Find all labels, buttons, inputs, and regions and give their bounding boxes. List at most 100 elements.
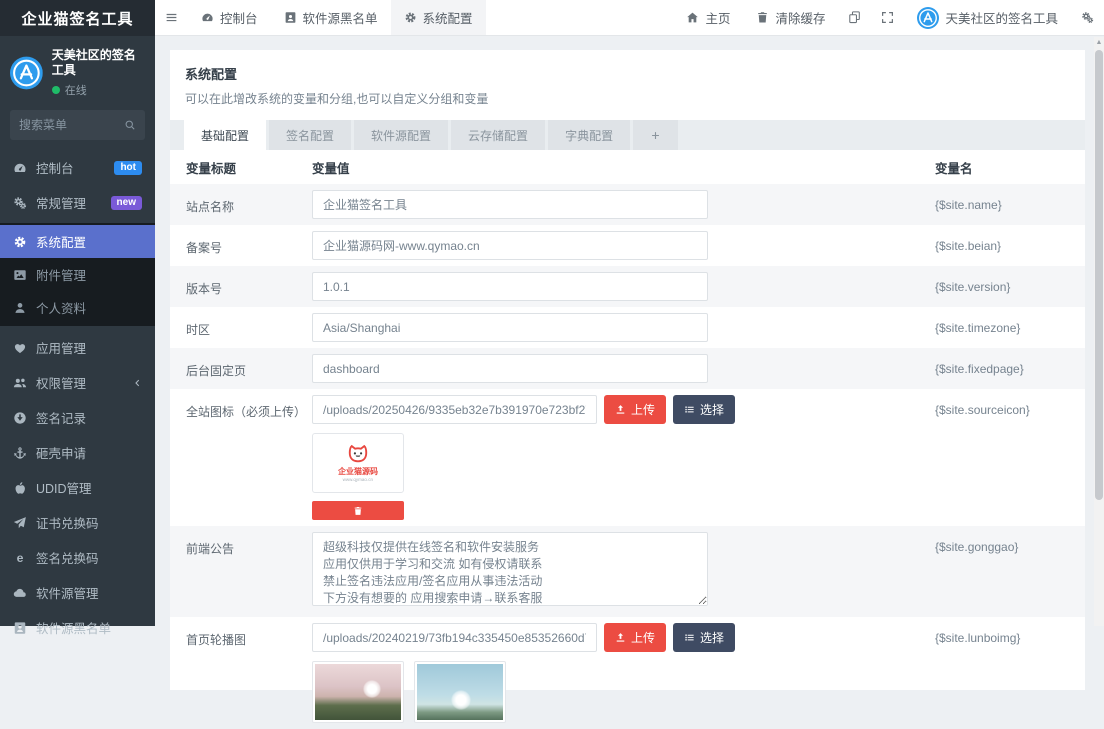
- gauge-icon: [13, 161, 27, 175]
- sidebar-item-permissions[interactable]: 权限管理: [0, 365, 155, 400]
- add-tab-button[interactable]: [633, 120, 678, 150]
- row-label: 全站图标（必须上传）: [170, 395, 312, 420]
- fullscreen-button[interactable]: [871, 0, 904, 35]
- sidebar-item-crack-request[interactable]: 砸壳申请: [0, 435, 155, 470]
- sidebar-item-sign-records[interactable]: 签名记录: [0, 400, 155, 435]
- expand-icon: [881, 11, 894, 24]
- upload-button[interactable]: 上传: [604, 395, 666, 424]
- choose-button[interactable]: 选择: [673, 395, 735, 424]
- row-label: 站点名称: [170, 190, 312, 215]
- tab-basic-config[interactable]: 基础配置: [184, 120, 266, 150]
- table-row: 前端公告 超级科技仅提供在线签名和软件安装服务 应用仅供用于学习和交流 如有侵权…: [170, 526, 1085, 617]
- delete-icon-button[interactable]: [312, 501, 404, 520]
- column-header: 变量名: [925, 158, 1085, 177]
- sidebar-user-name: 天美社区的签名工具: [52, 48, 145, 78]
- copy-button[interactable]: [838, 0, 871, 35]
- scrollbar-thumb[interactable]: [1095, 50, 1103, 500]
- row-var: {$site.beian}: [925, 231, 1085, 253]
- sidebar-item-dashboard[interactable]: 控制台 hot: [0, 150, 155, 185]
- sidebar-item-system-config[interactable]: 系统配置: [0, 225, 155, 258]
- row-var: {$site.sourceicon}: [925, 395, 1085, 417]
- online-dot-icon: [52, 86, 60, 94]
- search-input[interactable]: [19, 118, 124, 132]
- sidebar-item-label: UDID管理: [36, 478, 92, 497]
- site-name-input[interactable]: [312, 190, 708, 219]
- page-subtitle: 可以在此增改系统的变量和分组,也可以自定义分组和变量: [185, 90, 1070, 107]
- list-icon: [684, 632, 695, 643]
- cogs-icon: [1081, 11, 1094, 24]
- upload-label: 上传: [631, 401, 655, 418]
- sidebar-item-label: 控制台: [36, 158, 74, 177]
- anchor-icon: [13, 446, 27, 460]
- topbar-tab-system-config[interactable]: 系统配置: [391, 0, 486, 35]
- sourceicon-input[interactable]: [312, 395, 597, 424]
- sidebar-item-cert-codes[interactable]: 证书兑换码: [0, 505, 155, 540]
- table-row: 后台固定页 {$site.fixedpage}: [170, 348, 1085, 389]
- row-var: {$site.version}: [925, 272, 1085, 294]
- upload-button[interactable]: 上传: [604, 623, 666, 652]
- tab-cloud-storage-config[interactable]: 云存储配置: [451, 120, 545, 150]
- sidebar-item-label: 常规管理: [36, 193, 86, 212]
- topbar-tab-dashboard[interactable]: 控制台: [188, 0, 271, 35]
- sidebar-item-attachments[interactable]: 附件管理: [0, 258, 155, 291]
- copy-icon: [848, 11, 861, 24]
- sidebar-item-sign-codes[interactable]: 签名兑换码: [0, 540, 155, 575]
- blacklist-book-icon: [284, 11, 297, 24]
- table-row: 版本号 {$site.version}: [170, 266, 1085, 307]
- paper-plane-icon: [13, 516, 27, 530]
- config-tabs: 基础配置 签名配置 软件源配置 云存储配置 字典配置: [170, 120, 1085, 150]
- choose-button[interactable]: 选择: [673, 623, 735, 652]
- cloud-icon: [13, 586, 27, 600]
- icon-preview: 企业猫源码 www.qymao.cn: [312, 433, 404, 493]
- topbar-user-menu[interactable]: 天美社区的签名工具: [904, 0, 1071, 35]
- page-scrollbar[interactable]: ▲: [1094, 37, 1104, 626]
- sidebar-item-source-admin[interactable]: 软件源管理: [0, 575, 155, 610]
- tab-source-config[interactable]: 软件源配置: [354, 120, 448, 150]
- table-row: 站点名称 {$site.name}: [170, 184, 1085, 225]
- timezone-input[interactable]: [312, 313, 708, 342]
- hot-badge: hot: [114, 161, 142, 175]
- tab-sign-config[interactable]: 签名配置: [269, 120, 351, 150]
- heart-icon: [13, 341, 27, 355]
- tab-dict-config[interactable]: 字典配置: [548, 120, 630, 150]
- chevron-left-icon: [132, 378, 142, 388]
- sidebar-toggle-button[interactable]: [155, 0, 188, 35]
- beian-input[interactable]: [312, 231, 708, 260]
- fixedpage-input[interactable]: [312, 354, 708, 383]
- sidebar-item-general-admin[interactable]: 常规管理 new: [0, 185, 155, 220]
- e-icon: [13, 551, 27, 565]
- announcement-textarea[interactable]: 超级科技仅提供在线签名和软件安装服务 应用仅供用于学习和交流 如有侵权请联系 禁…: [312, 532, 708, 606]
- sidebar: 企业猫签名工具 天美社区的签名工具 在线 控制台 hot 常规管理 new: [0, 0, 155, 626]
- sidebar-item-label: 个人资料: [36, 298, 86, 317]
- clear-cache-button[interactable]: 清除缓存: [743, 0, 838, 35]
- sidebar-user-status-label: 在线: [65, 82, 87, 98]
- apple-icon: [13, 481, 27, 495]
- user-icon: [13, 301, 27, 315]
- row-var: {$site.gonggao}: [925, 532, 1085, 554]
- row-label: 后台固定页: [170, 354, 312, 379]
- settings-button[interactable]: [1071, 0, 1104, 35]
- carousel-image-2: [414, 661, 506, 723]
- row-label: 备案号: [170, 231, 312, 256]
- circle-down-icon: [13, 411, 27, 425]
- version-input[interactable]: [312, 272, 708, 301]
- sidebar-item-source-blacklist[interactable]: 软件源黑名单: [0, 610, 155, 645]
- carousel-input[interactable]: [312, 623, 597, 652]
- new-badge: new: [111, 196, 142, 210]
- topbar-tab-source-blacklist[interactable]: 软件源黑名单: [271, 0, 391, 35]
- sidebar-item-udid[interactable]: UDID管理: [0, 470, 155, 505]
- row-label: 版本号: [170, 272, 312, 297]
- row-var: {$site.fixedpage}: [925, 354, 1085, 376]
- row-var: {$site.timezone}: [925, 313, 1085, 335]
- column-header: 变量值: [312, 158, 925, 177]
- sidebar-item-label: 签名兑换码: [36, 548, 99, 567]
- table-row: 备案号 {$site.beian}: [170, 225, 1085, 266]
- scroll-up-arrow-icon[interactable]: ▲: [1094, 37, 1104, 48]
- sidebar-search[interactable]: [10, 110, 145, 140]
- main-content: 系统配置 可以在此增改系统的变量和分组,也可以自定义分组和变量 基础配置 签名配…: [155, 36, 1094, 626]
- avatar: [917, 7, 939, 29]
- sidebar-item-profile[interactable]: 个人资料: [0, 291, 155, 324]
- sidebar-item-apps[interactable]: 应用管理: [0, 330, 155, 365]
- home-button[interactable]: 主页: [673, 0, 743, 35]
- trash-icon: [353, 506, 363, 516]
